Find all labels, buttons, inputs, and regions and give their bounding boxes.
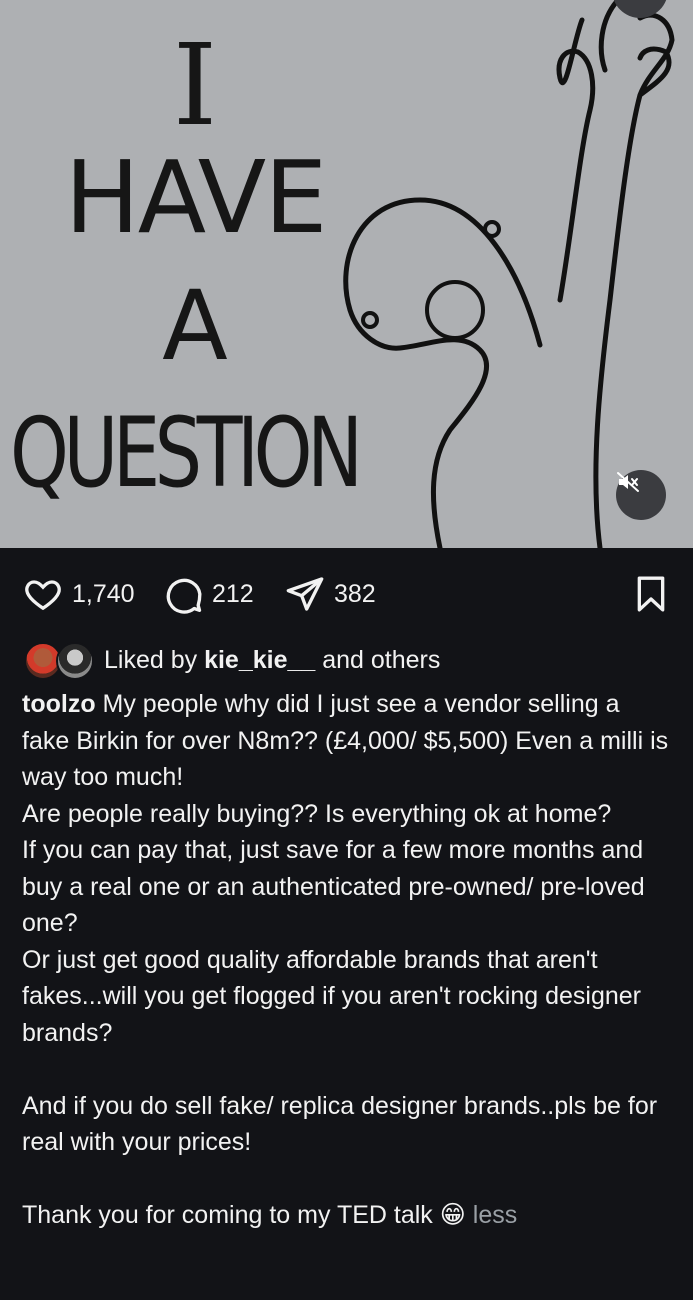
action-bar: 1,740 212 382: [22, 566, 671, 622]
like-button[interactable]: 1,740: [22, 566, 135, 622]
headline-line-2: HAVE: [64, 139, 328, 256]
caption-username[interactable]: toolzo: [22, 690, 96, 718]
caption-text: My people why did I just see a vendor se…: [22, 690, 669, 1229]
liked-by-row[interactable]: Liked by kie_kie__ and others: [22, 640, 440, 680]
save-button[interactable]: [631, 566, 671, 622]
mute-button[interactable]: [616, 470, 666, 520]
avatar: [56, 642, 94, 680]
like-count: 1,740: [72, 579, 135, 608]
bookmark-icon: [637, 576, 665, 612]
liked-by-prefix: Liked by: [104, 645, 205, 674]
headline-line-4: QUESTION: [10, 397, 363, 509]
liker-avatars: [22, 642, 98, 680]
headline-line-1: I: [172, 21, 218, 151]
send-paper-plane-icon: [286, 577, 324, 611]
comment-bubble-icon: [166, 578, 202, 614]
less-link[interactable]: less: [473, 1201, 517, 1229]
heart-icon: [25, 580, 61, 611]
share-count: 382: [334, 579, 376, 608]
share-button[interactable]: 382: [284, 566, 376, 622]
comment-button[interactable]: 212: [164, 566, 254, 622]
comment-count: 212: [212, 579, 254, 608]
headline-line-3: A: [162, 270, 228, 382]
post-media[interactable]: I HAVE A QUESTION: [0, 0, 693, 548]
liked-by-suffix: and others: [315, 645, 441, 674]
liked-by-user[interactable]: kie_kie__: [204, 646, 315, 675]
post-caption: toolzo My people why did I just see a ve…: [22, 686, 672, 1234]
speaker-muted-icon: [617, 472, 639, 492]
